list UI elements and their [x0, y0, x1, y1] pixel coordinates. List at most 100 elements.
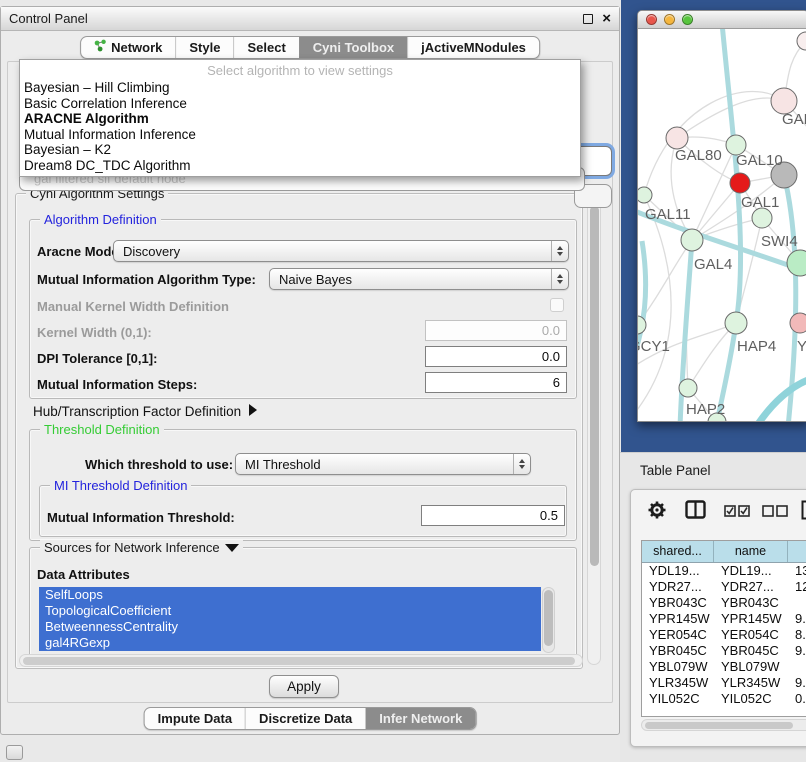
tab-cyni-toolbox[interactable]: Cyni Toolbox [299, 37, 407, 58]
algorithm-option[interactable]: Dream8 DC_TDC Algorithm [20, 158, 580, 174]
table-cell[interactable]: YDR27... [714, 579, 788, 595]
algorithm-option[interactable]: ARACNE Algorithm [20, 111, 580, 127]
tab-style[interactable]: Style [175, 37, 233, 58]
minimize-traffic-light-icon[interactable] [664, 14, 675, 25]
network-edge[interactable] [756, 377, 806, 422]
tab-jactivemnodules[interactable]: jActiveMNodules [407, 37, 539, 58]
document-icon[interactable] [801, 500, 806, 525]
table-cell[interactable] [788, 595, 806, 611]
settings-vertical-scrollbar[interactable] [587, 197, 601, 665]
column-header[interactable]: name [714, 541, 788, 562]
network-node-gal80[interactable] [666, 127, 688, 149]
tab-select[interactable]: Select [233, 37, 298, 58]
table-row[interactable]: YDL19...YDL19...13 [642, 563, 806, 579]
column-header[interactable]: shared... [642, 541, 714, 562]
aracne-mode-combobox[interactable]: Discovery [113, 240, 569, 262]
collapse-arrow-icon[interactable] [225, 544, 239, 552]
split-columns-icon[interactable] [685, 500, 706, 524]
table-row[interactable]: YPR145WYPR145W9. [642, 611, 806, 627]
network-node-gal4[interactable] [681, 229, 703, 251]
deselect-all-checkboxes-icon[interactable] [762, 504, 789, 522]
table-cell[interactable]: YDL19... [714, 563, 788, 579]
column-header[interactable]: A [788, 541, 806, 562]
network-node-gal11[interactable] [638, 187, 652, 203]
mi-threshold-field[interactable]: 0.5 [421, 505, 565, 526]
attribute-list-item[interactable]: SelfLoops [39, 587, 541, 603]
table-row[interactable]: YBL079WYBL079W [642, 659, 806, 675]
gear-icon[interactable] [647, 500, 667, 525]
network-node-gal1[interactable] [752, 208, 772, 228]
zoom-traffic-light-icon[interactable] [682, 14, 693, 25]
attribute-list-item[interactable]: gal4RGexp [39, 635, 541, 651]
table-cell[interactable]: YIL052C [714, 691, 788, 704]
table-horizontal-scrollbar[interactable] [641, 719, 806, 731]
attribute-list-item[interactable]: TopologicalCoefficient [39, 603, 541, 619]
which-threshold-combobox[interactable]: MI Threshold [235, 453, 531, 475]
table-cell[interactable] [788, 659, 806, 675]
table-cell[interactable]: YBR045C [642, 643, 714, 659]
table-cell[interactable]: YLR345W [642, 675, 714, 691]
table-cell[interactable]: 13 [788, 563, 806, 579]
algorithm-option[interactable]: Bayesian – Hill Climbing [20, 80, 580, 96]
combo-stepper-icon[interactable] [513, 454, 530, 474]
table-row[interactable]: YDR27...YDR27...12 [642, 579, 806, 595]
expand-arrow-icon[interactable] [249, 404, 257, 416]
apply-button[interactable]: Apply [269, 675, 339, 698]
table-cell[interactable]: YBL079W [642, 659, 714, 675]
table-cell[interactable]: YBR043C [642, 595, 714, 611]
table-cell[interactable]: 9. [788, 675, 806, 691]
collapsed-panel-icon[interactable] [6, 745, 23, 760]
table-cell[interactable]: YDL19... [642, 563, 714, 579]
dpi-tolerance-field[interactable]: 0.0 [425, 346, 567, 367]
float-window-icon[interactable] [583, 14, 593, 24]
algorithm-option[interactable]: Mutual Information Inference [20, 127, 580, 143]
mi-steps-field[interactable]: 6 [425, 372, 567, 393]
table-toolbar [631, 498, 806, 526]
algorithm-option[interactable]: Bayesian – K2 [20, 142, 580, 158]
mi-algorithm-type-combobox[interactable]: Naive Bayes [269, 268, 569, 290]
attributes-scrollbar[interactable] [542, 587, 555, 653]
network-canvas[interactable]: GALGAL80GAL10GAL11GAL1GAL4SWI4GCY1HAP4YH… [638, 29, 806, 422]
network-node-hap2[interactable] [679, 379, 697, 397]
algorithm-option[interactable]: Basic Correlation Inference [20, 96, 580, 112]
bottom-tab-infer-network[interactable]: Infer Network [365, 708, 475, 729]
select-all-checkboxes-icon[interactable] [724, 504, 751, 522]
table-cell[interactable]: 8. [788, 627, 806, 643]
table-row[interactable]: YBR045CYBR045C9. [642, 643, 806, 659]
network-node[interactable] [730, 173, 750, 193]
combo-stepper-icon[interactable] [551, 241, 568, 261]
table-cell[interactable]: YPR145W [642, 611, 714, 627]
table-row[interactable]: YIL052CYIL052C0. [642, 691, 806, 704]
network-node-hap4[interactable] [725, 312, 747, 334]
table-cell[interactable]: YIL052C [642, 691, 714, 704]
tab-network[interactable]: Network [81, 37, 175, 58]
combo-stepper-icon[interactable] [551, 269, 568, 289]
network-node-y[interactable] [790, 313, 806, 333]
manual-kernel-width-checkbox[interactable] [550, 298, 564, 312]
settings-horizontal-scrollbar[interactable] [19, 654, 583, 667]
table-cell[interactable]: YBL079W [714, 659, 788, 675]
close-window-icon[interactable]: × [602, 14, 611, 24]
table-cell[interactable]: 12 [788, 579, 806, 595]
table-cell[interactable]: 9. [788, 611, 806, 627]
table-row[interactable]: YLR345WYLR345W9. [642, 675, 806, 691]
table-cell[interactable]: YDR27... [642, 579, 714, 595]
bottom-tab-discretize-data[interactable]: Discretize Data [245, 708, 365, 729]
attribute-list-item[interactable]: BetweennessCentrality [39, 619, 541, 635]
table-cell[interactable]: YPR145W [714, 611, 788, 627]
table-cell[interactable]: 9. [788, 643, 806, 659]
network-node[interactable] [797, 32, 806, 50]
close-traffic-light-icon[interactable] [646, 14, 657, 25]
table-cell[interactable]: 0. [788, 691, 806, 704]
table-cell[interactable]: YBR043C [714, 595, 788, 611]
kernel-width-field[interactable]: 0.0 [425, 320, 567, 341]
table-cell[interactable]: YER054C [714, 627, 788, 643]
table-cell[interactable]: YER054C [642, 627, 714, 643]
table-row[interactable]: YER054CYER054C8. [642, 627, 806, 643]
table-row[interactable]: YBR043CYBR043C [642, 595, 806, 611]
hub-definition-label[interactable]: Hub/Transcription Factor Definition [33, 404, 257, 419]
table-cell[interactable]: YBR045C [714, 643, 788, 659]
table-cell[interactable]: YLR345W [714, 675, 788, 691]
network-node-swi4[interactable] [787, 250, 806, 276]
bottom-tab-impute-data[interactable]: Impute Data [145, 708, 245, 729]
